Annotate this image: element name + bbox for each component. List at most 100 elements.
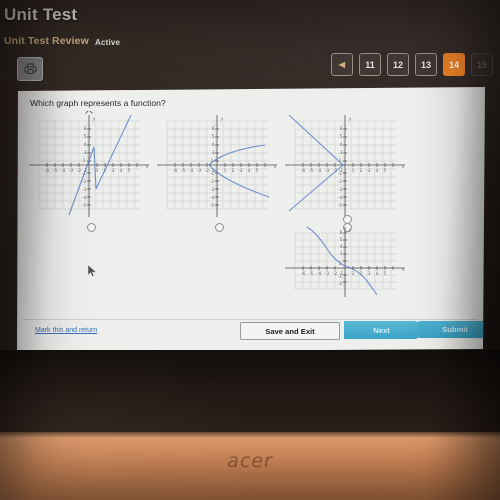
mark-this-and-return-link[interactable]: Mark this and return <box>35 327 97 334</box>
svg-text:4: 4 <box>84 142 87 147</box>
pager-page-15[interactable]: 15 <box>471 53 493 76</box>
svg-text:-1: -1 <box>338 274 342 279</box>
svg-text:5: 5 <box>128 168 131 173</box>
svg-text:-4: -4 <box>210 195 214 200</box>
pager-page-12[interactable]: 12 <box>387 53 409 76</box>
svg-text:-6: -6 <box>301 168 305 173</box>
svg-text:-5: -5 <box>309 168 313 173</box>
choice-a-graph[interactable]: -6 -5 -4 -3 -2 -1 123 45 x 654 31 -1 -2 -3 -4-… <box>25 111 153 232</box>
svg-text:5: 5 <box>384 168 387 173</box>
svg-text:y: y <box>93 116 96 121</box>
acer-brand-logo: acer <box>227 450 273 472</box>
svg-text:5: 5 <box>84 134 87 139</box>
svg-text:-2: -2 <box>205 168 209 173</box>
graph-zigzag-line: -6 -5 -4 -3 -2 -1 123 45 x 654 31 -1-2-3 -4-… <box>29 111 149 217</box>
svg-text:1: 1 <box>224 168 227 173</box>
svg-text:6: 6 <box>212 126 215 131</box>
svg-text:-6: -6 <box>301 271 305 276</box>
graph-sideways-v-left: -6 -5 -4 -3 -2 -1 123 45 x 654 31 -1-2-3 -4-… <box>285 114 405 217</box>
svg-text:4: 4 <box>340 244 343 249</box>
graph-decreasing-exponential: -6 -5 -4 -3 -2 -1 123 45 x 654 31 -1-2 y <box>285 226 405 297</box>
svg-text:-4: -4 <box>317 168 321 173</box>
svg-text:3: 3 <box>240 168 243 173</box>
svg-text:-2: -2 <box>77 168 81 173</box>
graph-sideways-parabola-right: -6 -5 -4 -3 -2 -1 123 45 x 654 31 -1-2-3 -4-… <box>157 115 277 217</box>
svg-text:y: y <box>349 227 352 232</box>
svg-text:-4: -4 <box>317 271 321 276</box>
footer-divider <box>23 319 478 320</box>
pager-page-14-current[interactable]: 14 <box>443 53 465 76</box>
svg-text:-5: -5 <box>210 203 214 208</box>
svg-text:6: 6 <box>84 126 87 131</box>
svg-text:-1: -1 <box>338 171 342 176</box>
svg-text:-4: -4 <box>189 168 193 173</box>
svg-text:2: 2 <box>360 168 363 173</box>
next-button-label: Next <box>373 325 390 335</box>
choice-b-graph[interactable]: -6 -5 -4 -3 -2 -1 123 45 x 654 31 -1 -2 -3 -4-… <box>153 111 281 232</box>
svg-text:3: 3 <box>112 168 115 173</box>
svg-text:-1: -1 <box>210 171 214 176</box>
svg-text:5: 5 <box>256 168 259 173</box>
svg-text:-6: -6 <box>45 168 49 173</box>
pager-page-13[interactable]: 13 <box>415 53 437 76</box>
svg-text:3: 3 <box>368 168 371 173</box>
pager-prev-button[interactable]: ◀ <box>331 53 353 76</box>
svg-text:4: 4 <box>376 168 379 173</box>
svg-text:-2: -2 <box>333 271 337 276</box>
status-badge: Active <box>95 38 121 47</box>
svg-text:-2: -2 <box>338 179 342 184</box>
svg-text:1: 1 <box>96 168 99 173</box>
question-pager[interactable]: ◀ 11 12 13 14 15 <box>331 53 493 76</box>
choice-b-radio[interactable] <box>215 223 224 232</box>
svg-text:-5: -5 <box>181 168 185 173</box>
svg-text:4: 4 <box>248 168 251 173</box>
svg-text:1: 1 <box>352 168 355 173</box>
svg-text:3: 3 <box>212 150 215 155</box>
svg-text:-2: -2 <box>338 281 342 286</box>
pager-page-11[interactable]: 11 <box>359 53 381 76</box>
svg-text:4: 4 <box>212 142 215 147</box>
page-header: Unit Test Unit Test Review Active ◀ 11 1… <box>0 0 500 92</box>
choice-d-graph[interactable]: -6 -5 -4 -3 -2 -1 123 45 x 654 31 -1 -2 y <box>281 215 409 301</box>
svg-text:1: 1 <box>83 158 86 163</box>
svg-text:5: 5 <box>212 134 215 139</box>
svg-text:-5: -5 <box>53 168 57 173</box>
choice-a-radio[interactable] <box>87 223 96 232</box>
svg-text:-3: -3 <box>69 168 73 173</box>
save-and-exit-button[interactable]: Save and Exit <box>240 322 340 340</box>
svg-text:5: 5 <box>340 134 343 139</box>
breadcrumb-unit-test-review[interactable]: Unit Test Review <box>4 35 89 47</box>
svg-text:1: 1 <box>352 271 355 276</box>
printer-icon-button[interactable] <box>17 57 43 81</box>
page-title: Unit Test <box>4 5 78 24</box>
question-prompt: Which graph represents a function? <box>30 98 166 108</box>
svg-text:6: 6 <box>340 126 343 131</box>
choice-d-radio[interactable] <box>343 215 352 224</box>
svg-text:4: 4 <box>120 168 123 173</box>
svg-text:4: 4 <box>340 142 343 147</box>
screen-bezel <box>0 350 500 434</box>
svg-text:-6: -6 <box>173 168 177 173</box>
printer-icon <box>24 63 36 74</box>
svg-text:-3: -3 <box>82 187 86 192</box>
svg-text:3: 3 <box>340 150 343 155</box>
svg-text:-3: -3 <box>210 187 214 192</box>
svg-text:-4: -4 <box>61 168 65 173</box>
svg-text:4: 4 <box>376 271 379 276</box>
svg-text:5: 5 <box>384 271 387 276</box>
svg-text:-5: -5 <box>82 203 86 208</box>
submit-button[interactable]: Submit <box>417 321 485 338</box>
svg-text:y: y <box>349 116 352 121</box>
svg-text:-4: -4 <box>338 195 342 200</box>
svg-text:-2: -2 <box>210 179 214 184</box>
photo-of-laptop-screen: Unit Test Unit Test Review Active ◀ 11 1… <box>0 0 500 500</box>
svg-text:3: 3 <box>340 251 343 256</box>
svg-text:-3: -3 <box>338 187 342 192</box>
svg-text:-5: -5 <box>309 271 313 276</box>
svg-text:5: 5 <box>340 237 343 242</box>
svg-text:-4: -4 <box>82 195 86 200</box>
svg-text:2: 2 <box>232 168 235 173</box>
choice-c-graph[interactable]: -6 -5 -4 -3 -2 -1 123 45 x 654 31 -1 -2 -3 -4-… <box>281 111 409 232</box>
svg-text:y: y <box>221 116 224 121</box>
svg-text:3: 3 <box>368 271 371 276</box>
